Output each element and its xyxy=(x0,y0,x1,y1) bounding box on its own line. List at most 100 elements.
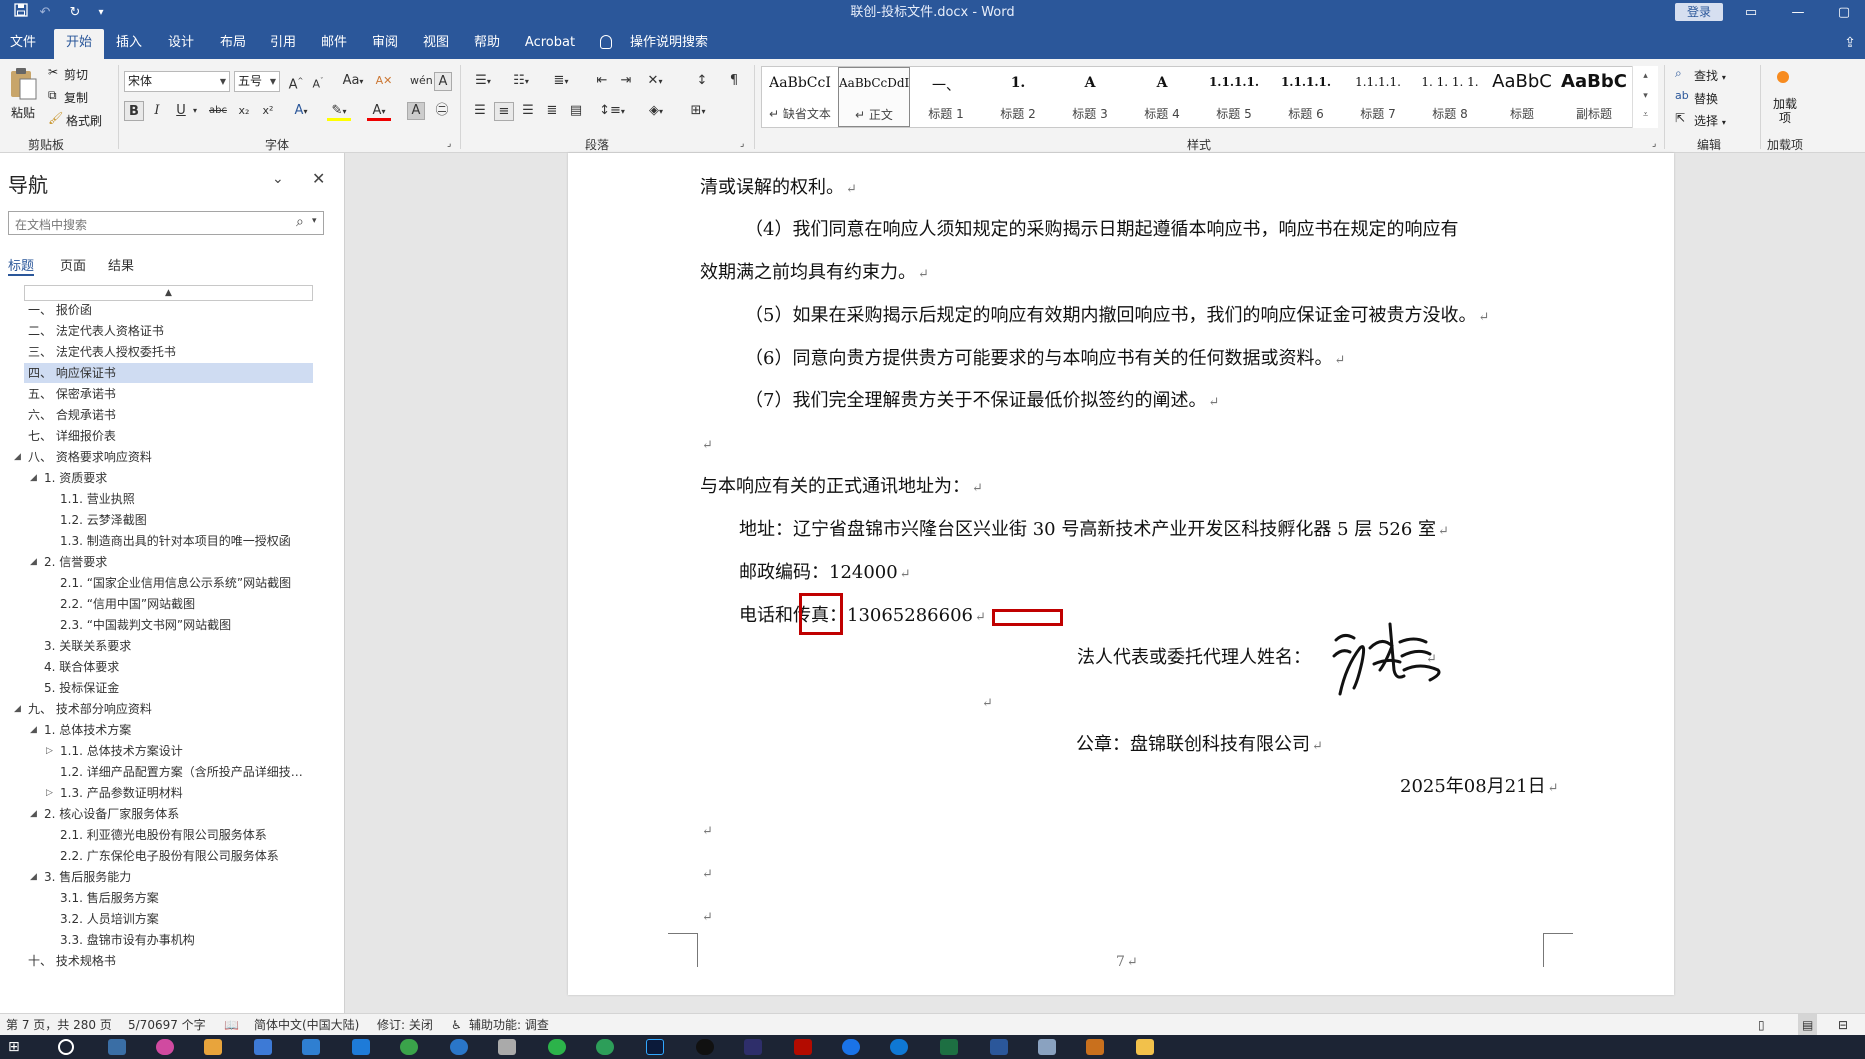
nav-heading-item[interactable]: 2.3. “中国裁判文书网”网站截图 xyxy=(60,615,231,635)
nav-heading-item[interactable]: 1. 总体技术方案 xyxy=(44,720,131,740)
tab-review[interactable]: 审阅 xyxy=(364,29,406,59)
bold-icon[interactable]: B xyxy=(124,101,144,121)
replace-icon[interactable]: ab xyxy=(1675,89,1689,102)
font-color-icon[interactable]: A▾ xyxy=(367,101,391,121)
nav-heading-item[interactable]: 十、 技术规格书 xyxy=(28,951,116,971)
expand-collapse-icon[interactable]: ◢ xyxy=(30,804,37,824)
tab-help[interactable]: 帮助 xyxy=(466,29,508,59)
search-dropdown-icon[interactable]: ▾ xyxy=(312,216,317,226)
clear-formatting-icon[interactable]: A✕ xyxy=(375,71,393,91)
font-size-combo[interactable]: 五号 ▼ xyxy=(234,71,280,92)
file-explorer-icon[interactable] xyxy=(1136,1039,1154,1055)
style-heading-7[interactable]: 1.1.1.1. 标题 7 xyxy=(1342,67,1414,127)
browser-icon[interactable] xyxy=(156,1039,174,1055)
style-heading-5[interactable]: 1.1.1.1. 标题 5 xyxy=(1198,67,1270,127)
nav-search-input[interactable]: 在文档中搜索 xyxy=(15,216,87,233)
app-icon[interactable] xyxy=(352,1039,370,1055)
track-changes-status[interactable]: 修订: 关闭 xyxy=(377,1014,433,1036)
web-layout-icon[interactable]: ⊟ xyxy=(1838,1014,1848,1036)
justify-icon[interactable]: ≣ xyxy=(542,101,562,121)
font-name-combo[interactable]: 宋体 ▼ xyxy=(124,71,230,92)
minimize-icon[interactable]: — xyxy=(1775,0,1821,25)
strikethrough-icon[interactable]: abc xyxy=(206,101,230,121)
proofing-icon[interactable]: 📖 xyxy=(224,1014,239,1036)
chinese-layout-icon[interactable]: ✕▾ xyxy=(642,71,668,91)
app-icon[interactable] xyxy=(744,1039,762,1055)
multilevel-list-icon[interactable]: ≣▾ xyxy=(546,71,576,91)
nav-heading-item[interactable]: 五、 保密承诺书 xyxy=(28,384,116,404)
nav-heading-item[interactable]: 3.1. 售后服务方案 xyxy=(60,888,159,908)
qq-icon[interactable] xyxy=(696,1039,714,1055)
select-icon[interactable]: ⇱ xyxy=(1675,111,1685,125)
app-icon[interactable] xyxy=(254,1039,272,1055)
nav-heading-item[interactable]: 九、 技术部分响应资料 xyxy=(28,699,152,719)
nav-heading-item[interactable]: 2.2. 广东保伦电子股份有限公司服务体系 xyxy=(60,846,279,866)
style-heading-1[interactable]: 一、 标题 1 xyxy=(910,67,982,127)
replace-button[interactable]: 替换 xyxy=(1694,90,1718,107)
app-icon[interactable] xyxy=(842,1039,860,1055)
edge-icon[interactable] xyxy=(890,1039,908,1055)
word-icon[interactable] xyxy=(990,1039,1008,1055)
word-count-status[interactable]: 5/70697 个字 xyxy=(128,1014,206,1036)
nav-close-icon[interactable]: ✕ xyxy=(312,169,325,188)
underline-dropdown-icon[interactable]: ▾ xyxy=(190,101,200,121)
paragraph-dialog-launcher-icon[interactable]: ⌟ xyxy=(740,139,744,149)
app-icon[interactable] xyxy=(450,1039,468,1055)
app-icon[interactable] xyxy=(1038,1039,1056,1055)
print-layout-icon[interactable]: ▤ xyxy=(1798,1014,1818,1036)
style-heading-2[interactable]: 1. 标题 2 xyxy=(982,67,1054,127)
cut-button[interactable]: 剪切 xyxy=(64,66,88,83)
nav-heading-item[interactable]: 1.3. 制造商出具的针对本项目的唯一授权函 xyxy=(60,531,291,551)
expand-collapse-icon[interactable]: ◢ xyxy=(14,447,21,467)
nav-tab-pages[interactable]: 页面 xyxy=(60,255,86,274)
decrease-indent-icon[interactable]: ⇤ xyxy=(592,71,612,91)
numbering-icon[interactable]: ☷▾ xyxy=(508,71,534,91)
start-icon[interactable]: ⊞ xyxy=(8,1039,26,1055)
redo-icon[interactable]: ↻ xyxy=(64,3,86,22)
subscript-icon[interactable]: x₂ xyxy=(234,101,254,121)
addins-icon[interactable] xyxy=(1777,71,1789,83)
style-heading-3[interactable]: A 标题 3 xyxy=(1054,67,1126,127)
nav-tab-headings[interactable]: 标题 xyxy=(8,255,34,274)
customize-quick-access-icon[interactable]: ▾ xyxy=(90,3,112,22)
nav-heading-item[interactable]: 2. 信誉要求 xyxy=(44,552,107,572)
login-button[interactable]: 登录 xyxy=(1675,3,1723,21)
borders-icon[interactable]: ⊞▾ xyxy=(684,101,712,121)
nav-heading-item[interactable]: 2.1. 利亚德光电股份有限公司服务体系 xyxy=(60,825,267,845)
copy-button[interactable]: 复制 xyxy=(64,89,88,106)
character-border-icon[interactable]: A xyxy=(434,72,452,91)
expand-collapse-icon[interactable]: ◢ xyxy=(30,468,37,488)
cut-icon[interactable]: ✂ xyxy=(48,65,58,79)
nav-heading-item[interactable]: 3. 售后服务能力 xyxy=(44,867,131,887)
nav-heading-item[interactable]: 1.3. 产品参数证明材料 xyxy=(60,783,183,803)
nav-heading-item[interactable]: 2.2. “信用中国”网站截图 xyxy=(60,594,195,614)
app-icon[interactable] xyxy=(498,1039,516,1055)
phonetic-guide-icon[interactable]: wén xyxy=(410,71,433,91)
nav-heading-item[interactable]: 3.2. 人员培训方案 xyxy=(60,909,159,929)
expand-collapse-icon[interactable]: ▷ xyxy=(46,783,53,803)
style-heading-8[interactable]: 1. 1. 1. 1. 标题 8 xyxy=(1414,67,1486,127)
tab-design[interactable]: 设计 xyxy=(160,29,202,59)
styles-dialog-launcher-icon[interactable]: ⌟ xyxy=(1652,139,1656,149)
excel-icon[interactable] xyxy=(940,1039,958,1055)
style-heading-4[interactable]: A 标题 4 xyxy=(1126,67,1198,127)
addins-button[interactable]: 加载项 xyxy=(1770,97,1800,125)
nav-heading-item[interactable]: 4. 联合体要求 xyxy=(44,657,119,677)
app-icon[interactable] xyxy=(204,1039,222,1055)
search-icon[interactable] xyxy=(58,1039,74,1055)
nav-options-icon[interactable]: ⌄ xyxy=(272,171,284,187)
nav-search-box[interactable]: 在文档中搜索 ⌕ ▾ xyxy=(8,211,324,235)
format-painter-icon[interactable]: 🖌 xyxy=(48,111,63,125)
nav-heading-item[interactable]: 一、 报价函 xyxy=(28,300,92,320)
paste-button[interactable]: 粘贴 xyxy=(11,104,35,121)
nav-heading-item[interactable]: 1.2. 详细产品配置方案（含所投产品详细技… xyxy=(60,762,303,782)
style-title[interactable]: AaBbC 标题 xyxy=(1486,67,1558,127)
tab-view[interactable]: 视图 xyxy=(415,29,457,59)
align-left-icon[interactable]: ☰ xyxy=(470,101,490,121)
italic-icon[interactable]: I xyxy=(148,101,166,121)
show-paragraph-marks-icon[interactable]: ¶ xyxy=(724,71,744,91)
nav-heading-item[interactable]: 3.3. 盘锦市设有办事机构 xyxy=(60,930,195,950)
style-subtitle[interactable]: AaBbC 副标题 xyxy=(1558,67,1630,127)
character-shading-icon[interactable]: A xyxy=(407,102,425,120)
read-mode-icon[interactable]: ▯ xyxy=(1758,1014,1765,1036)
